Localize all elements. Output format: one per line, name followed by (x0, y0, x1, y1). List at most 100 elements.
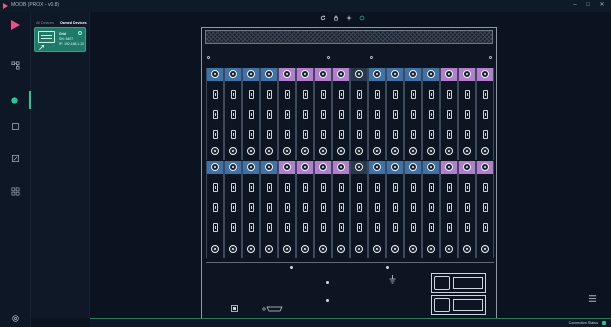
connection-status-label: Connection Status (568, 321, 598, 325)
io-card[interactable] (206, 68, 224, 160)
bnc-connector-icon (337, 245, 345, 253)
bnc-connector-icon (481, 163, 489, 171)
port-slot-icon (428, 110, 434, 119)
io-card[interactable] (368, 161, 386, 258)
bnc-connector-icon (211, 245, 219, 253)
bnc-connector-icon (247, 245, 255, 253)
port-slot-icon (446, 90, 452, 99)
bnc-connector-icon (409, 163, 417, 171)
io-card[interactable] (278, 161, 296, 258)
rail-item-active-view[interactable] (0, 91, 31, 109)
bnc-connector-icon (463, 147, 471, 155)
device-card[interactable]: Grid SN: 5407 IP: 192.168.1.10 (34, 27, 86, 52)
io-card[interactable] (476, 161, 494, 258)
io-card[interactable] (332, 161, 350, 258)
io-card[interactable] (242, 68, 260, 160)
screw-icon (370, 56, 373, 59)
io-card[interactable] (260, 68, 278, 160)
rail-item-device-list[interactable] (0, 56, 31, 74)
chassis-rear-view (201, 27, 497, 320)
bnc-connector-icon (391, 163, 399, 171)
port-slot-icon (320, 223, 326, 232)
io-card[interactable] (224, 161, 242, 258)
tab-all-devices[interactable]: All Devices (36, 21, 54, 25)
maximize-button[interactable]: □ (583, 1, 593, 10)
rail-item-layout[interactable] (0, 182, 31, 200)
port-slot-icon (338, 90, 344, 99)
io-card[interactable] (386, 161, 404, 258)
bnc-connector-icon (427, 163, 435, 171)
bnc-connector-icon (337, 70, 345, 78)
io-card[interactable] (332, 68, 350, 160)
port-slot-icon (356, 90, 362, 99)
io-card[interactable] (458, 68, 476, 160)
io-card[interactable] (458, 161, 476, 258)
io-card[interactable] (386, 68, 404, 160)
io-card[interactable] (350, 161, 368, 258)
bnc-connector-icon (373, 147, 381, 155)
lock-button[interactable] (329, 13, 342, 23)
io-card[interactable] (440, 68, 458, 160)
port-slot-icon (428, 183, 434, 192)
io-card[interactable] (314, 68, 332, 160)
port-slot-icon (302, 110, 308, 119)
bnc-connector-icon (355, 245, 363, 253)
rail-item-edit[interactable] (0, 149, 31, 167)
device-chassis-icon (38, 31, 55, 43)
tab-owned-devices[interactable]: Owned Devices (60, 21, 87, 25)
io-card[interactable] (422, 68, 440, 160)
device-status-icon (78, 31, 82, 35)
bnc-connector-icon (319, 147, 327, 155)
screw-icon (489, 56, 492, 59)
io-card[interactable] (224, 68, 242, 160)
bnc-connector-icon (427, 147, 435, 155)
port-slot-icon (410, 203, 416, 212)
port-slot-icon (356, 203, 362, 212)
port-slot-icon (284, 203, 290, 212)
minimize-button[interactable]: – (570, 1, 580, 10)
close-button[interactable]: ✕ (597, 1, 607, 10)
port-slot-icon (374, 203, 380, 212)
move-button[interactable] (342, 13, 355, 23)
port-slot-icon (410, 130, 416, 139)
io-card[interactable] (404, 161, 422, 258)
port-slot-icon (266, 203, 272, 212)
io-card[interactable] (350, 68, 368, 160)
bnc-connector-icon (337, 163, 345, 171)
io-card[interactable] (260, 161, 278, 258)
bnc-connector-icon (301, 163, 309, 171)
io-card[interactable] (206, 161, 224, 258)
io-card[interactable] (314, 161, 332, 258)
panel-menu-icon[interactable] (588, 294, 597, 303)
io-card[interactable] (440, 161, 458, 258)
bnc-connector-icon (409, 147, 417, 155)
port-slot-icon (338, 183, 344, 192)
gear-icon[interactable] (11, 314, 20, 323)
bnc-connector-icon (247, 147, 255, 155)
io-card[interactable] (476, 68, 494, 160)
io-card[interactable] (278, 68, 296, 160)
port-slot-icon (482, 183, 488, 192)
io-card[interactable] (404, 68, 422, 160)
io-card[interactable] (368, 68, 386, 160)
port-slot-icon (230, 183, 236, 192)
refresh-button[interactable] (316, 13, 329, 23)
main-canvas (90, 12, 611, 320)
port-slot-icon (248, 90, 254, 99)
io-card[interactable] (296, 68, 314, 160)
bnc-connector-icon (319, 70, 327, 78)
app-window: MOOB (PROX - v0.8) – □ ✕ All Devices Own… (0, 0, 611, 327)
target-button[interactable] (355, 13, 368, 23)
io-card[interactable] (422, 161, 440, 258)
port-slot-icon (266, 90, 272, 99)
device-name: Grid (59, 32, 66, 36)
io-card[interactable] (296, 161, 314, 258)
port-slot-icon (230, 110, 236, 119)
power-supply-1 (431, 273, 486, 293)
move-icon (346, 15, 351, 21)
port-slot-icon (428, 203, 434, 212)
rail-item-screen[interactable] (0, 117, 31, 135)
app-logo-icon (3, 3, 8, 9)
io-card[interactable] (242, 161, 260, 258)
bnc-connector-icon (481, 147, 489, 155)
